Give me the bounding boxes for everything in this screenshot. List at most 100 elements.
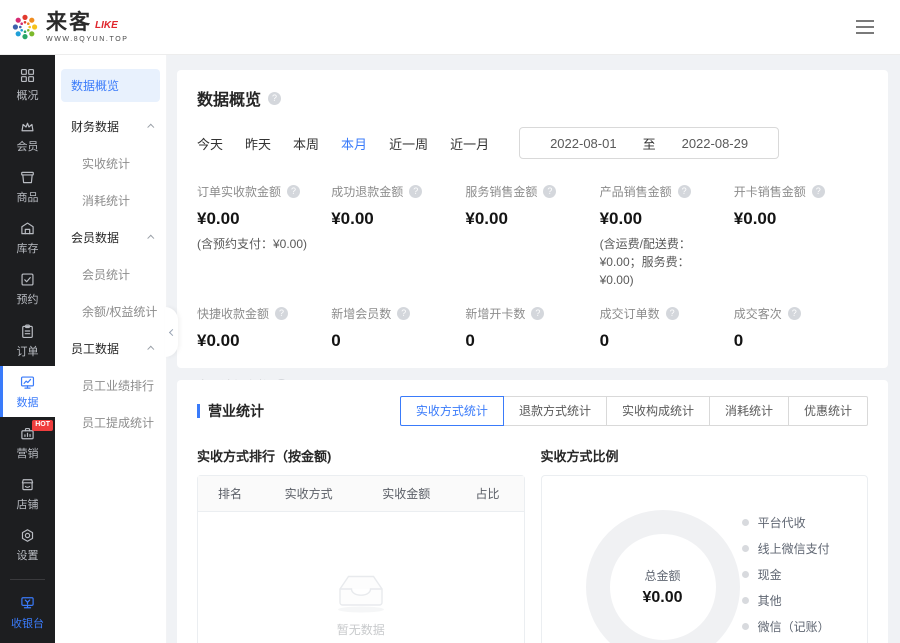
legend-item[interactable]: 平台代收 xyxy=(742,514,843,531)
submenu-group-members[interactable]: 会员数据 xyxy=(55,219,166,256)
legend-dot xyxy=(742,623,749,630)
col-rank: 排名 xyxy=(198,485,263,502)
help-icon[interactable] xyxy=(397,307,410,320)
business-stats-card: 营业统计 实收方式统计 退款方式统计 实收构成统计 消耗统计 优惠统计 实收方式… xyxy=(177,380,888,643)
help-icon[interactable] xyxy=(788,307,801,320)
sidebar-item-shop[interactable]: 店铺 xyxy=(0,469,55,520)
stat-value: 0 xyxy=(331,331,465,351)
filter-last-week[interactable]: 近一周 xyxy=(389,134,428,153)
legend-label: 微信（记账） xyxy=(758,618,830,635)
warehouse-icon xyxy=(19,220,36,237)
legend-item[interactable]: 现金 xyxy=(742,566,843,583)
sidebar-collapse-handle[interactable] xyxy=(165,307,178,357)
stat-label: 快捷收款金额 xyxy=(197,305,269,322)
legend-dot xyxy=(742,597,749,604)
ranking-section: 实收方式排行（按金额) 排名 实收方式 实收金额 占比 xyxy=(197,446,525,643)
help-icon[interactable] xyxy=(287,185,300,198)
filter-last-month[interactable]: 近一月 xyxy=(450,134,489,153)
stat-value: ¥0.00 xyxy=(197,209,331,229)
submenu-item-consumption-stats[interactable]: 消耗统计 xyxy=(55,182,166,219)
filter-this-week[interactable]: 本周 xyxy=(293,134,319,153)
sidebar-item-label: 概况 xyxy=(17,87,39,103)
help-icon[interactable] xyxy=(531,307,544,320)
business-tabs: 实收方式统计 退款方式统计 实收构成统计 消耗统计 优惠统计 xyxy=(400,396,868,426)
tab-received-composition[interactable]: 实收构成统计 xyxy=(606,396,710,426)
stat-label: 新增会员数 xyxy=(331,305,391,322)
date-range-picker[interactable]: 2022-08-01 至 2022-08-29 xyxy=(519,127,779,159)
empty-state: 暂无数据 xyxy=(198,512,524,642)
submenu-item-staff-ranking[interactable]: 员工业绩排行 xyxy=(55,367,166,404)
help-icon[interactable] xyxy=(812,185,825,198)
sidebar-item-products[interactable]: 商品 xyxy=(0,161,55,212)
tab-consumption[interactable]: 消耗统计 xyxy=(709,396,789,426)
submenu-item-member-stats[interactable]: 会员统计 xyxy=(55,256,166,293)
filter-yesterday[interactable]: 昨天 xyxy=(245,134,271,153)
calendar-check-icon xyxy=(19,271,36,288)
date-end[interactable]: 2022-08-29 xyxy=(682,136,749,151)
sidebar-item-label: 订单 xyxy=(17,343,39,359)
sidebar-item-label: 会员 xyxy=(17,138,39,154)
tab-refund-method[interactable]: 退款方式统计 xyxy=(503,396,607,426)
tab-discount[interactable]: 优惠统计 xyxy=(788,396,868,426)
donut-center-label: 总金额 xyxy=(644,567,680,584)
help-icon[interactable] xyxy=(275,307,288,320)
stat-value: ¥0.00 xyxy=(600,209,734,229)
sidebar-item-orders[interactable]: 订单 xyxy=(0,315,55,366)
date-start[interactable]: 2022-08-01 xyxy=(550,136,617,151)
sidebar-item-members[interactable]: 会员 xyxy=(0,110,55,161)
sidebar-divider xyxy=(10,579,45,580)
help-icon[interactable] xyxy=(409,185,422,198)
sidebar-item-inventory[interactable]: 库存 xyxy=(0,213,55,264)
chevron-up-icon xyxy=(147,346,154,353)
stat-note: (含运费/配送费：¥0.00；服务费：¥0.00) xyxy=(600,235,734,289)
brand-logo: 来客 LIKE WWW.8QYUN.TOP xyxy=(10,12,129,43)
sidebar-item-appointments[interactable]: 预约 xyxy=(0,264,55,315)
stat-new-cards: 新增开卡数 0 xyxy=(465,305,599,351)
legend-item[interactable]: 微信（记账） xyxy=(742,618,843,635)
submenu-group-label: 财务数据 xyxy=(71,118,119,135)
hot-badge: HOT xyxy=(32,420,53,430)
ranking-title: 实收方式排行（按金额) xyxy=(197,446,525,465)
stat-label: 订单实收款金额 xyxy=(197,183,281,200)
legend-item[interactable]: 线上微信支付 xyxy=(742,540,843,557)
col-amount: 实收金额 xyxy=(354,485,458,502)
stat-service-sales: 服务销售金额 ¥0.00 xyxy=(465,183,599,289)
sidebar-item-cashier[interactable]: 收银台 xyxy=(0,588,55,639)
top-header: 来客 LIKE WWW.8QYUN.TOP xyxy=(0,0,900,55)
submenu-item-balance-stats[interactable]: 余额/权益统计 xyxy=(55,293,166,330)
submenu-group-staff[interactable]: 员工数据 xyxy=(55,330,166,367)
overview-card: 数据概览 今天 昨天 本周 本月 近一周 近一月 2022-08-01 至 20… xyxy=(177,70,888,368)
submenu-group-finance[interactable]: 财务数据 xyxy=(55,108,166,145)
donut-center-value: ¥0.00 xyxy=(642,589,682,607)
stat-note: (含预约支付：¥0.00) xyxy=(197,235,331,253)
grid-icon xyxy=(19,67,36,84)
sidebar-item-settings[interactable]: 设置 xyxy=(0,520,55,571)
pinwheel-logo-icon xyxy=(10,12,40,42)
sidebar-item-data[interactable]: 数据 xyxy=(0,366,55,417)
sidebar-item-marketing[interactable]: HOT 营销 xyxy=(0,417,55,468)
submenu-item-staff-commission[interactable]: 员工提成统计 xyxy=(55,404,166,441)
help-icon[interactable] xyxy=(268,92,281,105)
stat-card-sales: 开卡销售金额 ¥0.00 xyxy=(734,183,868,289)
filter-this-month[interactable]: 本月 xyxy=(341,134,367,153)
help-icon[interactable] xyxy=(666,307,679,320)
submenu-item-data-overview[interactable]: 数据概览 xyxy=(61,69,160,102)
sidebar-item-label: 预约 xyxy=(17,291,39,307)
filter-today[interactable]: 今天 xyxy=(197,134,223,153)
legend-item[interactable]: 其他 xyxy=(742,592,843,609)
donut-chart: 总金额 ¥0.00 xyxy=(586,510,740,643)
chevron-up-icon xyxy=(147,124,154,131)
help-icon[interactable] xyxy=(678,185,691,198)
main-content: 数据概览 今天 昨天 本周 本月 近一周 近一月 2022-08-01 至 20… xyxy=(167,55,900,643)
submenu-item-received-stats[interactable]: 实收统计 xyxy=(55,145,166,182)
stat-value: 0 xyxy=(734,331,868,351)
sidebar-item-overview[interactable]: 概况 xyxy=(0,59,55,110)
menu-icon[interactable] xyxy=(852,16,878,38)
monitor-chart-icon xyxy=(19,374,36,391)
col-method: 实收方式 xyxy=(263,485,354,502)
chevron-up-icon xyxy=(147,235,154,242)
tab-received-method[interactable]: 实收方式统计 xyxy=(400,396,504,426)
stat-label: 成交订单数 xyxy=(600,305,660,322)
help-icon[interactable] xyxy=(543,185,556,198)
box-icon xyxy=(19,169,36,186)
